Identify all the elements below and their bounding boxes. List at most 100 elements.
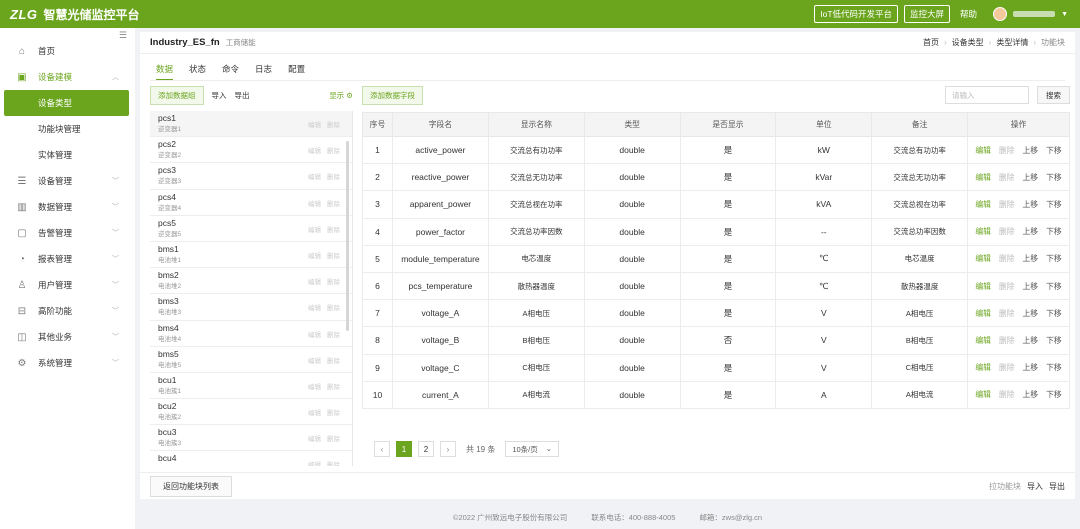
sidebar-subitem-1[interactable]: 功能块管理 <box>0 116 135 142</box>
sidebar-subitem-2[interactable]: 实体管理 <box>0 142 135 168</box>
move-down-button[interactable]: 下移 <box>1046 199 1062 210</box>
delete-button[interactable]: 删除 <box>999 145 1015 156</box>
sidebar-item-5[interactable]: ◔ 报表管理 ﹀ <box>0 246 135 272</box>
move-up-button[interactable]: 上移 <box>1023 145 1039 156</box>
logo[interactable]: ZLG 智慧光储监控平台 <box>0 6 140 23</box>
add-data-field-button[interactable]: 添加数据字段 <box>362 85 423 105</box>
list-item[interactable]: bcu1 电池簇1 编辑 删除 <box>150 373 352 400</box>
delete-button[interactable]: 删除 <box>999 172 1015 183</box>
list-item[interactable]: bms1 电池堆1 编辑 删除 <box>150 242 352 269</box>
delete-button[interactable]: 删除 <box>999 335 1015 346</box>
sidebar-item-8[interactable]: ◫ 其他业务 ﹀ <box>0 324 135 350</box>
delete-button[interactable]: 删除 <box>999 308 1015 319</box>
show-settings-button[interactable]: 显示 ⚙ <box>329 90 353 101</box>
list-item[interactable]: bcu4 编辑 删除 <box>150 451 352 466</box>
export-groups-button[interactable]: 导出 <box>235 90 250 101</box>
sidebar-item-0[interactable]: ⌂ 首页 <box>0 38 135 64</box>
delete-group-button[interactable]: 删除 <box>327 329 340 339</box>
delete-group-button[interactable]: 删除 <box>327 381 340 391</box>
move-down-button[interactable]: 下移 <box>1046 281 1062 292</box>
tab-command[interactable]: 命令 <box>222 63 239 81</box>
page-size-select[interactable]: 10条/页 ⌄ <box>505 441 560 457</box>
move-up-button[interactable]: 上移 <box>1023 281 1039 292</box>
delete-group-button[interactable]: 删除 <box>327 250 340 260</box>
move-up-button[interactable]: 上移 <box>1023 335 1039 346</box>
username[interactable] <box>1013 11 1056 17</box>
add-data-group-button[interactable]: 添加数据组 <box>150 85 204 105</box>
edit-group-button[interactable]: 编辑 <box>308 198 321 208</box>
delete-group-button[interactable]: 删除 <box>327 355 340 365</box>
delete-group-button[interactable]: 删除 <box>327 145 340 155</box>
edit-button[interactable]: 编辑 <box>975 308 991 319</box>
delete-group-button[interactable]: 删除 <box>327 407 340 417</box>
import-button[interactable]: 导入 <box>1027 481 1043 492</box>
edit-group-button[interactable]: 编辑 <box>308 224 321 234</box>
move-up-button[interactable]: 上移 <box>1023 362 1039 373</box>
list-item[interactable]: bms2 电池堆2 编辑 删除 <box>150 268 352 295</box>
move-up-button[interactable]: 上移 <box>1023 308 1039 319</box>
move-down-button[interactable]: 下移 <box>1046 145 1062 156</box>
sidebar-item-1[interactable]: ▣ 设备建模 ︿ <box>0 64 135 90</box>
list-item[interactable]: bcu3 电池簇3 编辑 删除 <box>150 425 352 452</box>
next-page-button[interactable]: › <box>440 441 456 457</box>
delete-button[interactable]: 删除 <box>999 226 1015 237</box>
list-item[interactable]: pcs4 逆变器4 编辑 删除 <box>150 190 352 216</box>
edit-button[interactable]: 编辑 <box>975 145 991 156</box>
edit-button[interactable]: 编辑 <box>975 253 991 264</box>
delete-group-button[interactable]: 删除 <box>327 224 340 234</box>
edit-button[interactable]: 编辑 <box>975 226 991 237</box>
scrollbar[interactable] <box>346 141 349 331</box>
move-down-button[interactable]: 下移 <box>1046 362 1062 373</box>
delete-group-button[interactable]: 删除 <box>327 171 340 181</box>
delete-button[interactable]: 删除 <box>999 199 1015 210</box>
delete-group-button[interactable]: 删除 <box>327 302 340 312</box>
edit-button[interactable]: 编辑 <box>975 362 991 373</box>
edit-group-button[interactable]: 编辑 <box>308 119 321 129</box>
edit-button[interactable]: 编辑 <box>975 389 991 400</box>
sidebar-item-9[interactable]: ⚙ 系统管理 ﹀ <box>0 350 135 376</box>
move-down-button[interactable]: 下移 <box>1046 308 1062 319</box>
edit-group-button[interactable]: 编辑 <box>308 329 321 339</box>
edit-group-button[interactable]: 编辑 <box>308 250 321 260</box>
import-groups-button[interactable]: 导入 <box>212 90 227 101</box>
edit-group-button[interactable]: 编辑 <box>308 459 321 466</box>
edit-button[interactable]: 编辑 <box>975 335 991 346</box>
delete-button[interactable]: 删除 <box>999 253 1015 264</box>
avatar[interactable] <box>993 7 1008 21</box>
move-down-button[interactable]: 下移 <box>1046 172 1062 183</box>
move-down-button[interactable]: 下移 <box>1046 253 1062 264</box>
list-item[interactable]: bms3 电池堆3 编辑 删除 <box>150 294 352 321</box>
delete-group-button[interactable]: 删除 <box>327 276 340 286</box>
move-up-button[interactable]: 上移 <box>1023 389 1039 400</box>
move-down-button[interactable]: 下移 <box>1046 226 1062 237</box>
list-item[interactable]: bms5 电池堆5 编辑 删除 <box>150 347 352 373</box>
search-button[interactable]: 搜索 <box>1037 86 1070 104</box>
help-link[interactable]: 帮助 <box>960 8 977 20</box>
delete-button[interactable]: 删除 <box>999 389 1015 400</box>
edit-group-button[interactable]: 编辑 <box>308 407 321 417</box>
list-item[interactable]: bms4 电池堆4 编辑 删除 <box>150 321 352 347</box>
edit-group-button[interactable]: 编辑 <box>308 355 321 365</box>
delete-group-button[interactable]: 删除 <box>327 433 340 443</box>
sidebar-item-7[interactable]: ⊟ 高阶功能 ﹀ <box>0 298 135 324</box>
edit-group-button[interactable]: 编辑 <box>308 276 321 286</box>
edit-button[interactable]: 编辑 <box>975 199 991 210</box>
move-up-button[interactable]: 上移 <box>1023 226 1039 237</box>
list-item[interactable]: bcu2 电池簇2 编辑 删除 <box>150 399 352 426</box>
iot-platform-button[interactable]: IoT低代码开发平台 <box>814 5 899 23</box>
delete-group-button[interactable]: 删除 <box>327 198 340 208</box>
chevron-down-icon[interactable]: ▼ <box>1061 11 1068 18</box>
page-1-button[interactable]: 1 <box>396 441 412 457</box>
sidebar-item-4[interactable]: ▢ 告警管理 ﹀ <box>0 220 135 246</box>
breadcrumb-device-type[interactable]: 设备类型 <box>952 37 984 48</box>
list-item[interactable]: pcs5 逆变器5 编辑 删除 <box>150 216 352 242</box>
edit-button[interactable]: 编辑 <box>975 172 991 183</box>
sidebar-item-3[interactable]: ▥ 数据管理 ﹀ <box>0 194 135 220</box>
delete-button[interactable]: 删除 <box>999 281 1015 292</box>
sidebar-item-2[interactable]: ☰ 设备管理 ﹀ <box>0 168 135 194</box>
pull-function-block-button[interactable]: 拉功能块 <box>989 481 1021 492</box>
delete-group-button[interactable]: 删除 <box>327 459 340 466</box>
edit-group-button[interactable]: 编辑 <box>308 302 321 312</box>
delete-group-button[interactable]: 删除 <box>327 119 340 129</box>
list-item[interactable]: pcs2 逆变器2 编辑 删除 <box>150 137 352 164</box>
